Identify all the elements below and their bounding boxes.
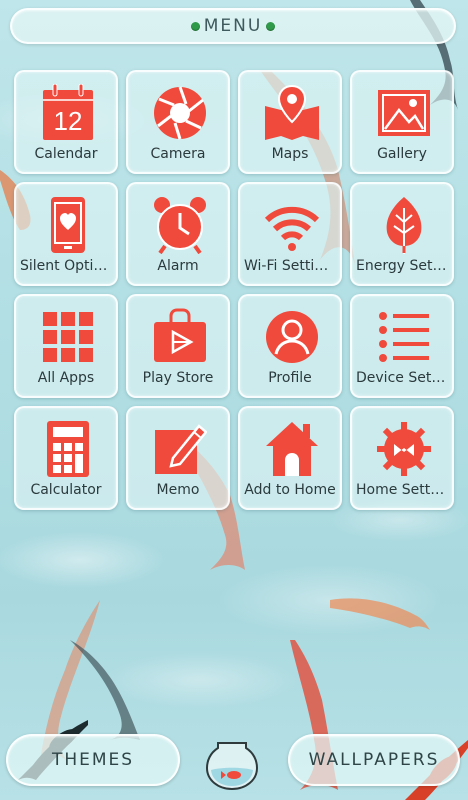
app-tile-alarm[interactable]: Alarm <box>126 182 230 286</box>
app-label: All Apps <box>37 370 95 386</box>
app-tile-all-apps[interactable]: All Apps <box>14 294 118 398</box>
app-tile-memo[interactable]: Memo <box>126 406 230 510</box>
app-label: Energy Setti… <box>356 258 448 274</box>
user-icon <box>266 311 318 363</box>
app-label: Home Setti… <box>356 482 448 498</box>
calendar-icon: 12 <box>43 84 93 140</box>
app-label: Silent Options <box>20 258 112 274</box>
app-tile-play-store[interactable]: Play Store <box>126 294 230 398</box>
green-dot-icon <box>266 21 276 31</box>
house-icon <box>266 422 318 476</box>
app-label: Play Store <box>142 370 214 386</box>
app-label: Gallery <box>377 146 427 162</box>
app-label: Camera <box>150 146 206 162</box>
gear-icon <box>377 422 431 476</box>
app-tile-energy-settings[interactable]: Energy Setti… <box>350 182 454 286</box>
app-label: Add to Home <box>244 482 336 498</box>
app-label: Wi-Fi Settings <box>244 258 336 274</box>
map-pin-icon <box>265 84 319 140</box>
app-tile-device-settings[interactable]: Device Setti… <box>350 294 454 398</box>
app-tile-wifi-settings[interactable]: Wi-Fi Settings <box>238 182 342 286</box>
themes-button[interactable]: THEMES <box>6 734 180 786</box>
app-tile-calendar[interactable]: 12 Calendar <box>14 70 118 174</box>
app-label: Maps <box>271 146 309 162</box>
camera-shutter-icon <box>154 86 206 140</box>
app-tile-home-settings[interactable]: Home Setti… <box>350 406 454 510</box>
app-label: Profile <box>268 370 312 386</box>
app-label: Alarm <box>157 258 199 274</box>
app-tile-gallery[interactable]: Gallery <box>350 70 454 174</box>
app-tile-add-to-home[interactable]: Add to Home <box>238 406 342 510</box>
fishbowl-icon[interactable] <box>206 740 258 790</box>
app-tile-camera[interactable]: Camera <box>126 70 230 174</box>
green-dot-icon <box>190 21 200 31</box>
app-grid: 12 Calendar Camera Maps Gallery Silent O… <box>14 70 454 510</box>
app-label: Memo <box>156 482 200 498</box>
menu-title: MENU <box>203 16 263 36</box>
app-label: Calendar <box>34 146 98 162</box>
phone-heart-icon <box>51 197 85 253</box>
pencil-note-icon <box>155 424 207 474</box>
calendar-date: 12 <box>54 106 83 136</box>
grid-icon <box>43 312 93 362</box>
app-tile-maps[interactable]: Maps <box>238 70 342 174</box>
store-bag-icon <box>154 308 206 362</box>
leaf-icon <box>386 197 422 254</box>
menu-header-bar[interactable]: MENU <box>10 8 456 44</box>
app-tile-calculator[interactable]: Calculator <box>14 406 118 510</box>
app-tile-profile[interactable]: Profile <box>238 294 342 398</box>
app-tile-silent-options[interactable]: Silent Options <box>14 182 118 286</box>
wallpapers-button[interactable]: WALLPAPERS <box>288 734 460 786</box>
app-label: Device Setti… <box>356 370 448 386</box>
koi-fish-decoration <box>330 598 430 630</box>
app-label: Calculator <box>30 482 102 498</box>
list-icon <box>379 312 429 362</box>
calculator-icon <box>47 421 89 477</box>
picture-icon <box>378 90 430 136</box>
alarm-clock-icon <box>154 197 206 254</box>
wifi-icon <box>265 206 319 251</box>
